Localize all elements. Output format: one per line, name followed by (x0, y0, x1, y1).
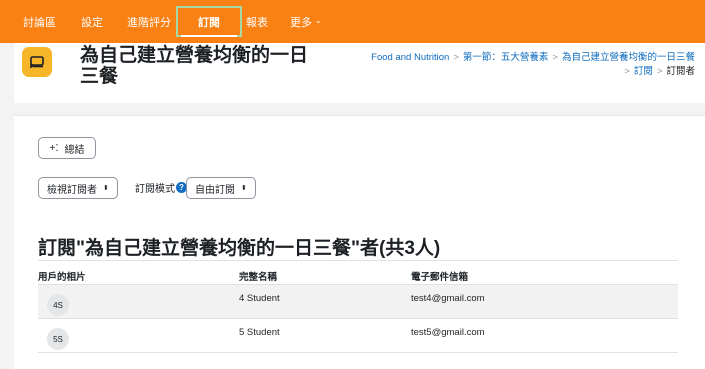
nav-tab-more[interactable]: 更多 ⌄ (290, 0, 322, 43)
column-header-email: 電子郵件信箱 (411, 272, 469, 283)
nav-tab-label: 討論區 (23, 16, 56, 29)
breadcrumb-separator-icon: > (552, 52, 558, 63)
breadcrumb-separator-icon: > (624, 66, 630, 77)
user-email: test5@gmail.com (411, 327, 485, 338)
table-row: 4S 4 Student test4@gmail.com (38, 285, 678, 319)
main-content: +⁚ 總結 檢視訂閱者 ⬍ 訂閱模式? 自由訂閱 ⬍ 訂閱"為自己建立營養均衡的一日… (14, 115, 705, 369)
breadcrumb-course[interactable]: Food and Nutrition (371, 52, 449, 63)
nav-tab-label: 設定 (81, 16, 103, 29)
nav-tab-label: 訂閱 (198, 16, 220, 29)
page-header: 為自己建立營養均衡的一日三餐 Food and Nutrition > 第一節：五大… (14, 43, 705, 103)
breadcrumb-current: 訂閱者 (666, 66, 695, 77)
column-header-fullname: 完整名稱 (239, 272, 278, 283)
breadcrumb-section[interactable]: 第一節：五大營養素 (463, 52, 549, 63)
select-arrows-icon: ⬍ (241, 185, 247, 192)
avatar[interactable]: 5S (47, 328, 69, 350)
nav-tab-forum[interactable]: 討論區 (23, 0, 56, 43)
breadcrumb-subscriptions[interactable]: 訂閱 (634, 66, 653, 77)
user-email: test4@gmail.com (411, 293, 485, 304)
summary-button[interactable]: +⁚ 總結 (38, 137, 96, 159)
summary-button-label: 總結 (64, 144, 85, 156)
view-subscribers-select[interactable]: 檢視訂閱者 ⬍ (38, 177, 118, 199)
breadcrumb-forum[interactable]: 為自己建立營養均衡的一日三餐 (562, 52, 695, 63)
select-arrows-icon: ⬍ (103, 185, 109, 192)
breadcrumb: Food and Nutrition > 第一節：五大營養素 > 為自己建立營養均衡的一… (335, 51, 695, 79)
nav-tab-label: 更多 (290, 16, 312, 29)
user-fullname: 5 Student (239, 327, 280, 338)
breadcrumb-separator-icon: > (656, 66, 663, 77)
column-header-photo: 用戶的相片 (38, 272, 86, 283)
nav-tab-label: 進階評分 (127, 16, 171, 29)
page-title: 為自己建立營養均衡的一日三餐 (80, 45, 309, 87)
table-row: 5S 5 Student test5@gmail.com (38, 319, 678, 353)
subscription-mode-label: 訂閱模式? (135, 180, 187, 195)
nav-tab-reports[interactable]: 報表 (246, 0, 268, 43)
mode-label-text: 訂閱模式 (135, 184, 175, 195)
view-select-value: 檢視訂閱者 (47, 184, 97, 196)
subscribers-heading: 訂閱"為自己建立營養均衡的一日三餐"者(共3人) (38, 238, 441, 259)
avatar[interactable]: 4S (47, 294, 69, 316)
sparkle-icon: +⁚ (49, 142, 59, 154)
breadcrumb-separator-icon: > (453, 52, 459, 63)
user-fullname: 4 Student (239, 293, 280, 304)
top-navigation: 討論區 設定 進階評分 訂閱 報表 更多 ⌄ (0, 0, 705, 43)
nav-tab-subscriptions[interactable]: 訂閱 (176, 6, 242, 37)
mode-select-value: 自由訂閱 (195, 184, 235, 196)
subscribers-table: 用戶的相片 完整名稱 電子郵件信箱 4S 4 Student test4@gma… (38, 260, 678, 353)
forum-icon (22, 47, 52, 77)
subscription-mode-select[interactable]: 自由訂閱 ⬍ (186, 177, 256, 199)
nav-tab-advanced-grading[interactable]: 進階評分 (127, 0, 171, 43)
table-header: 用戶的相片 完整名稱 電子郵件信箱 (38, 260, 678, 285)
chevron-down-icon: ⌄ (315, 16, 322, 25)
nav-tab-label: 報表 (246, 16, 268, 29)
nav-tab-settings[interactable]: 設定 (81, 0, 103, 43)
